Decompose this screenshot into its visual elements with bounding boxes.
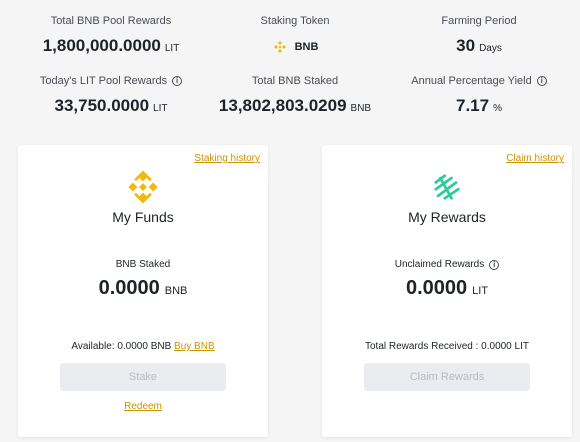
buy-bnb-link[interactable]: Buy BNB xyxy=(174,341,215,352)
stat-staking-token: Staking Token BNB xyxy=(200,14,390,58)
stat-label: Annual Percentage Yield xyxy=(411,75,532,87)
amount-value: 0.0000 xyxy=(98,277,160,299)
token-name: BNB xyxy=(294,41,319,53)
stat-unit: Days xyxy=(479,43,502,54)
stat-value: BNB xyxy=(200,36,390,58)
info-icon[interactable]: i xyxy=(172,76,183,86)
amount-unit: LIT xyxy=(472,285,489,297)
my-rewards-card: Claim history My Rewards Unclaimed Rewar… xyxy=(322,145,572,437)
stat-label-row: Annual Percentage Yield i xyxy=(384,74,574,88)
stat-unit: LIT xyxy=(164,43,180,54)
stat-total-bnb-pool-rewards: Total BNB Pool Rewards 1,800,000.0000 LI… xyxy=(16,14,206,58)
stat-amount: 33,750.0000 xyxy=(54,96,150,115)
stat-today-lit-pool-rewards: Today's LIT Pool Rewards i 33,750.0000 L… xyxy=(16,74,206,118)
stat-unit: BNB xyxy=(350,103,372,114)
stat-farming-period: Farming Period 30 Days xyxy=(384,14,574,58)
amount-value: 0.0000 xyxy=(405,277,468,299)
stat-label: Farming Period xyxy=(441,15,517,27)
stat-label: Total BNB Staked xyxy=(251,75,339,87)
stat-value: 30 Days xyxy=(384,36,574,58)
stat-label: Today's LIT Pool Rewards xyxy=(39,75,168,87)
stat-unit: LIT xyxy=(153,103,168,114)
card-title: My Funds xyxy=(112,209,174,225)
stat-label: Staking Token xyxy=(260,15,330,27)
redeem-link[interactable]: Redeem xyxy=(18,401,268,412)
stat-value: 1,800,000.0000 LIT xyxy=(16,36,206,58)
total-rewards-received: Total Rewards Received : 0.0000 LIT xyxy=(365,341,529,352)
stat-annual-percentage-yield: Annual Percentage Yield i 7.17 % xyxy=(384,74,574,118)
card-title: My Rewards xyxy=(408,209,486,225)
stats-panel: Total BNB Pool Rewards 1,800,000.0000 LI… xyxy=(0,0,580,140)
unclaimed-amount: 0.0000 LIT xyxy=(322,277,572,300)
stat-value: 7.17 % xyxy=(384,96,574,118)
stat-amount: 13,802,803.0209 xyxy=(218,96,347,115)
bnb-logo-icon xyxy=(273,41,286,53)
bnb-logo-icon xyxy=(128,170,158,204)
claim-history-link[interactable]: Claim history xyxy=(506,153,564,164)
stat-amount: 1,800,000.0000 xyxy=(42,36,161,55)
stat-amount: 7.17 xyxy=(456,96,490,115)
litentry-logo-icon xyxy=(434,174,460,200)
stat-total-bnb-staked: Total BNB Staked 13,802,803.0209 BNB xyxy=(200,74,390,118)
card-sub-label-row: Unclaimed Rewards i xyxy=(322,259,572,270)
stat-amount: 30 xyxy=(456,36,476,55)
available-text: Available: 0.0000 BNB xyxy=(71,341,172,352)
amount-unit: BNB xyxy=(164,285,188,297)
card-sub-label: BNB Staked xyxy=(115,259,171,270)
claim-rewards-button[interactable]: Claim Rewards xyxy=(364,363,530,391)
card-sub-label: Unclaimed Rewards xyxy=(394,259,485,270)
stake-button[interactable]: Stake xyxy=(60,363,226,391)
staking-history-link[interactable]: Staking history xyxy=(194,153,260,164)
my-funds-card: Staking history My Funds BNB Staked 0.00… xyxy=(18,145,268,437)
stat-label-row: Today's LIT Pool Rewards i xyxy=(16,74,206,88)
stat-label: Total BNB Pool Rewards xyxy=(50,15,172,27)
info-icon[interactable]: i xyxy=(489,259,500,270)
stat-unit: % xyxy=(493,103,502,114)
staked-amount: 0.0000 BNB xyxy=(18,277,268,300)
stat-value: 13,802,803.0209 BNB xyxy=(200,96,390,118)
info-icon[interactable]: i xyxy=(536,76,547,86)
stat-value: 33,750.0000 LIT xyxy=(16,96,206,118)
available-balance: Available: 0.0000 BNB Buy BNB xyxy=(18,341,268,352)
